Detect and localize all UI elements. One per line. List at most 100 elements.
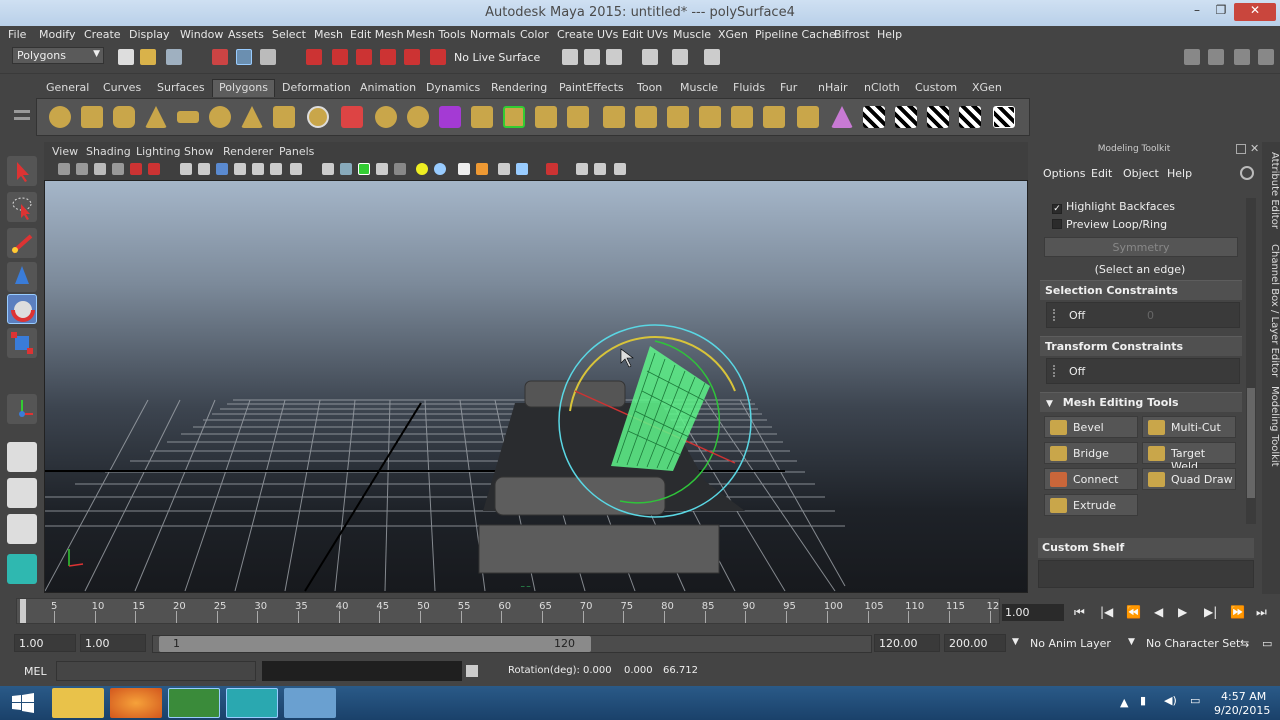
bookmarks-icon[interactable] [94,163,106,175]
safe-title-icon[interactable] [290,163,302,175]
preferences-icon[interactable]: ▭ [1262,637,1272,650]
symmetry-button[interactable]: Symmetry [1044,237,1238,257]
menu-mesh[interactable]: Mesh [314,28,343,41]
menu-modify[interactable]: Modify [39,28,75,41]
shelf-tab-general[interactable]: General [46,79,89,97]
firefox-icon[interactable] [110,688,162,718]
sculpt-icon[interactable] [831,106,853,128]
channel-box-toggle-icon[interactable] [1258,49,1274,65]
camtasia-icon[interactable] [168,688,220,718]
extrude-face-icon[interactable] [471,106,493,128]
shelf-tab-muscle[interactable]: Muscle [680,79,718,97]
playback-start-field[interactable]: 1.00 [80,634,146,652]
custom-layout-icon[interactable] [7,554,37,584]
step-forward-frame-button[interactable]: ⏩ [1230,605,1245,619]
shelf-tab-polygons[interactable]: Polygons [212,79,275,97]
wireframe-icon[interactable] [322,163,334,175]
multisample-aa-icon[interactable] [498,163,510,175]
end-time-field[interactable]: 200.00 [944,634,1006,652]
menu-window[interactable]: Window [180,28,223,41]
attribute-editor-tab[interactable]: Attribute Editor [1262,152,1280,229]
two-d-pan-zoom-icon[interactable] [130,163,142,175]
split-polygon-icon[interactable] [567,106,589,128]
tool-settings-toggle-icon[interactable] [1234,49,1250,65]
shelf-tab-surfaces[interactable]: Surfaces [157,79,205,97]
quad-draw-button[interactable]: Quad Draw [1142,468,1236,490]
menu-mesh-tools[interactable]: Mesh Tools [406,28,466,41]
attribute-editor-toggle-icon[interactable] [1208,49,1224,65]
shelf-tab-rendering[interactable]: Rendering [491,79,547,97]
file-explorer-icon[interactable] [52,688,104,718]
script-language-toggle[interactable]: MEL [24,665,47,678]
render-settings-icon[interactable] [642,49,658,65]
shelf-tab-fur[interactable]: Fur [780,79,797,97]
anim-layer-select[interactable]: No Anim Layer [1030,637,1111,650]
auto-key-icon[interactable]: ⇆ [1240,637,1249,650]
restore-button[interactable]: ❐ [1208,3,1234,21]
modeling-toolkit-tab[interactable]: Modeling Toolkit [1262,386,1280,467]
screen-recorder-icon[interactable] [284,688,336,718]
minimize-button[interactable]: – [1184,3,1210,21]
ipr-render-icon[interactable] [606,49,622,65]
menu-create-uvs[interactable]: Create UVs [557,28,618,41]
custom-shelf-header[interactable]: Custom Shelf [1038,538,1254,558]
panel-menu-show[interactable]: Show [184,145,214,158]
multi-cut-button[interactable]: Multi-Cut [1142,416,1236,438]
clock-date[interactable]: 9/20/2015 [1214,704,1270,717]
gate-mask-icon[interactable] [234,163,246,175]
clock-time[interactable]: 4:57 AM [1221,690,1266,703]
volume-icon[interactable]: ◀) [1164,694,1177,707]
offset-edge-loop-icon[interactable] [635,106,657,128]
merge-icon[interactable] [699,106,721,128]
panel-menu-panels[interactable]: Panels [279,145,314,158]
menu-bifrost[interactable]: Bifrost [834,28,870,41]
transform-constraints-header[interactable]: Transform Constraints [1040,336,1242,356]
separate-icon[interactable] [375,106,397,128]
maya-taskbar-icon[interactable] [226,688,278,718]
selection-constraint-dropdown[interactable]: Off [1069,309,1085,322]
menu-assets[interactable]: Assets [228,28,264,41]
toolkit-menu-object[interactable]: Object [1123,167,1159,180]
close-button[interactable]: ✕ [1234,3,1276,21]
perspective-viewport[interactable]: _ _ [44,180,1028,593]
poly-plane-icon[interactable] [177,111,199,123]
shelf-tab-toon[interactable]: Toon [637,79,662,97]
step-forward-key-button[interactable]: ▶| [1204,605,1217,619]
script-editor-icon[interactable] [466,665,478,677]
go-to-start-button[interactable]: ⏮ [1074,605,1085,620]
shelf-tab-deformation[interactable]: Deformation [282,79,351,97]
grid-icon[interactable] [180,163,192,175]
bridge-button[interactable]: Bridge [1044,442,1138,464]
boolean-icon[interactable] [439,106,461,128]
xray-joints-icon[interactable] [576,163,588,175]
render-frame-icon[interactable] [584,49,600,65]
paint-select-tool-icon[interactable] [7,228,37,258]
poly-pyramid-icon[interactable] [241,106,263,128]
single-perspective-layout-icon[interactable] [7,442,37,472]
input-line-icon[interactable] [704,49,720,65]
combine-icon[interactable] [341,106,363,128]
play-forwards-button[interactable]: ▶ [1178,605,1187,619]
bridge-icon[interactable] [503,106,525,128]
menu-file[interactable]: File [8,28,26,41]
select-object-icon[interactable] [236,49,252,65]
layout-toggle-icon[interactable] [1184,49,1200,65]
magnet-icon[interactable] [430,49,446,65]
insert-edge-loop-icon[interactable] [603,106,625,128]
camera-attributes-icon[interactable] [76,163,88,175]
select-tool-icon[interactable] [7,156,37,186]
poly-torus-icon[interactable] [209,106,231,128]
character-set-chevron-icon[interactable]: ▼ [1128,637,1135,647]
four-view-layout-icon[interactable] [7,478,37,508]
poly-cone-icon[interactable] [145,106,167,128]
film-gate-icon[interactable] [198,163,210,175]
poly-pipe-icon[interactable] [273,106,295,128]
scale-tool-icon[interactable] [7,328,37,358]
motion-blur-icon[interactable] [476,163,488,175]
shelf-tab-dynamics[interactable]: Dynamics [426,79,480,97]
grease-pencil-icon[interactable] [148,163,160,175]
menu-display[interactable]: Display [129,28,170,41]
snap-curve-icon[interactable] [332,49,348,65]
poly-cube-icon[interactable] [81,106,103,128]
shelf-tab-painteffects[interactable]: PaintEffects [559,79,624,97]
